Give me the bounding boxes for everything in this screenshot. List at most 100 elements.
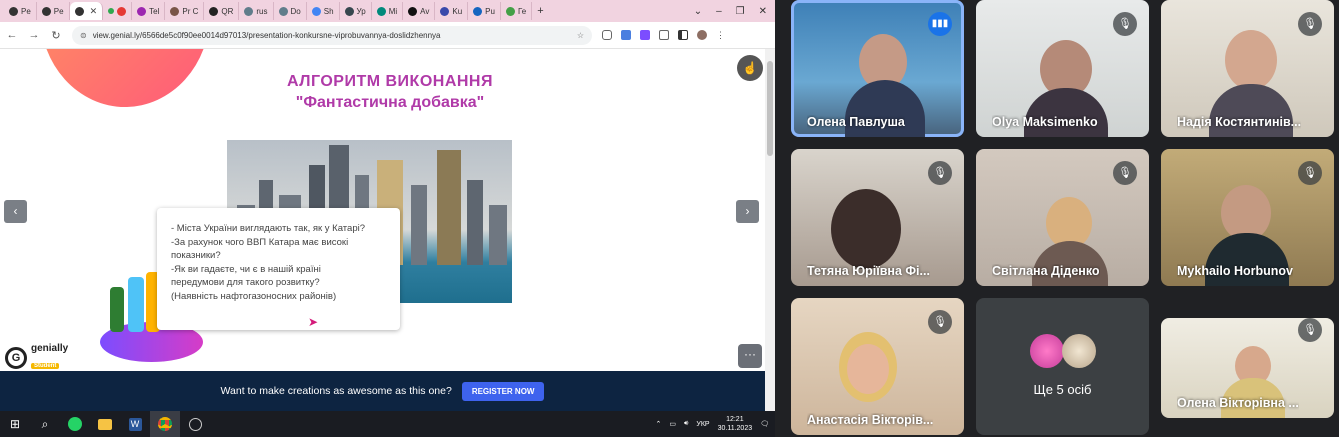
participant-tile[interactable]: 🎙︎ Світлана Діденко [976,149,1149,286]
tab-label: rus [256,6,268,16]
extension-b-icon[interactable] [640,29,650,40]
file-explorer-icon[interactable] [90,411,120,437]
chevron-down-icon[interactable]: ⌄ [694,6,702,17]
mic-off-icon: 🎙︎ [1298,12,1322,36]
tab-4[interactable] [103,2,133,20]
tab-label: Ур [356,6,366,16]
close-tab-icon[interactable]: ✕ [90,6,98,17]
clock[interactable]: 12:21 30.11.2023 [718,415,753,433]
puzzle-icon[interactable] [659,29,669,40]
new-tab-button[interactable]: + [532,2,548,20]
network-icon[interactable]: ▭ [669,420,676,428]
forward-icon[interactable]: → [28,29,40,41]
participant-tile[interactable]: 🎙︎ Mykhailo Horbunov [1161,149,1334,286]
reload-icon[interactable]: ↻ [50,29,62,42]
page-icon [170,6,180,16]
chrome-icon[interactable] [150,411,180,437]
tab-10[interactable]: Sh [307,2,340,20]
more-participants-tile[interactable]: Ще 5 осіб [976,298,1149,435]
avatar [1062,334,1096,368]
page-icon [440,6,450,16]
sidebar-icon[interactable] [678,29,688,40]
tab-12[interactable]: Mi [372,2,404,20]
notification-icon[interactable]: 🗨︎ [760,420,769,428]
participant-tile[interactable]: 🎙︎ Olya Maksimenko [976,0,1149,137]
tab-label: Ku [452,6,463,16]
shield-icon[interactable] [602,29,612,40]
bubble-line: - Міста України виглядають так, як у Кат… [171,223,365,234]
tab-14[interactable]: Ku [435,2,469,20]
tab-3-active[interactable]: ✕ [69,2,104,20]
tab-9[interactable]: Do [274,2,307,20]
page-icon [505,6,515,16]
logo-text: genially [31,343,69,354]
next-slide-button[interactable]: › [736,200,759,223]
page-scrollbar[interactable] [765,49,775,411]
translate-icon[interactable] [621,29,631,40]
minimize-icon[interactable]: – [716,6,722,17]
tab-label: Sh [323,6,334,16]
participant-tile[interactable]: 🎙︎ Надія Костянтинів... [1161,0,1334,137]
participant-tile[interactable]: ▮▮▮ Олена Павлуша [791,0,964,137]
participant-video [831,189,901,269]
participant-name: Mykhailo Horbunov [1177,264,1293,278]
tab-11[interactable]: Ур [340,2,372,20]
chevron-up-icon[interactable]: ⌃ [655,420,661,428]
avatar[interactable] [697,29,707,40]
more-options-button[interactable]: ··· [738,344,762,368]
tab-6[interactable]: Pr C [165,2,205,20]
tab-label: Pe [53,6,64,16]
mic-off-icon: 🎙︎ [928,310,952,334]
volume-icon[interactable]: 🔊︎ [684,420,688,428]
participant-name: Анастасія Вікторів... [807,413,934,427]
participant-tile[interactable]: 🎙︎ Тетяна Юріївна Фі... [791,149,964,286]
search-icon[interactable]: ⌕ [30,411,60,437]
tab-5[interactable]: Tel [132,2,166,20]
mic-off-icon: 🎙︎ [1298,318,1322,342]
tab-8[interactable]: rus [239,2,274,20]
windows-taskbar: ⊞ ⌕ W ⌃ ▭ 🔊︎ УКР 12:21 30.11.2023 🗨︎ [0,411,775,437]
scrollbar-thumb[interactable] [767,61,773,156]
hand-pointer-icon[interactable]: ☝ [737,55,763,81]
participant-video [847,344,889,394]
participant-name: Olya Maksimenko [992,115,1098,129]
tab-16[interactable]: Ге [501,2,533,20]
page-icon [278,6,288,16]
windows-start-icon[interactable]: ⊞ [0,411,30,437]
tab-2[interactable]: Pe [37,2,70,20]
clock-time: 12:21 [726,416,744,423]
close-icon[interactable]: ✕ [759,6,767,17]
genially-presentation: АЛГОРИТМ ВИКОНАННЯ "Фантастична добавка"… [0,49,765,371]
participant-name: Надія Костянтинів... [1177,115,1302,129]
bubble-line: (Наявність нафтогазоносних районів) [171,290,337,302]
bubble-line: показники? [171,250,221,261]
record-icon [117,6,127,16]
app-icon[interactable] [180,411,210,437]
tab-label: Av [420,6,430,16]
more-participants-label: Ще 5 осіб [1033,382,1092,397]
prev-slide-button[interactable]: ‹ [4,200,27,223]
tab-15[interactable]: Pu [468,2,501,20]
participant-tile[interactable]: 🎙︎ Олена Вікторівна ... [1161,318,1334,418]
register-now-button[interactable]: REGISTER NOW [461,381,545,401]
site-info-icon[interactable]: ⊜ [80,31,87,40]
bookmark-star-icon[interactable]: ☆ [577,31,584,40]
participant-name: Олена Вікторівна ... [1177,396,1299,410]
tab-13[interactable]: Av [403,2,436,20]
google-icon [41,6,51,16]
mouse-cursor-icon: ➤ [308,315,319,329]
maximize-icon[interactable]: ❐ [736,6,745,17]
genially-logo[interactable]: G genially Student [5,343,68,371]
tab-label: Pu [485,6,495,16]
url-input[interactable]: ⊜ view.genial.ly/6566de5c0f90ee0014d9701… [72,25,592,45]
menu-dots-icon[interactable]: ⋮ [716,30,725,41]
participant-tile[interactable]: 🎙︎ Анастасія Вікторів... [791,298,964,435]
tab-1[interactable]: Pe [4,2,37,20]
back-icon[interactable]: ← [6,29,18,41]
word-icon[interactable]: W [120,411,150,437]
whatsapp-icon[interactable] [60,411,90,437]
participant-video [1209,84,1293,137]
tab-7[interactable]: QR [204,2,240,20]
page-icon [408,6,418,16]
language-indicator[interactable]: УКР [696,421,709,428]
